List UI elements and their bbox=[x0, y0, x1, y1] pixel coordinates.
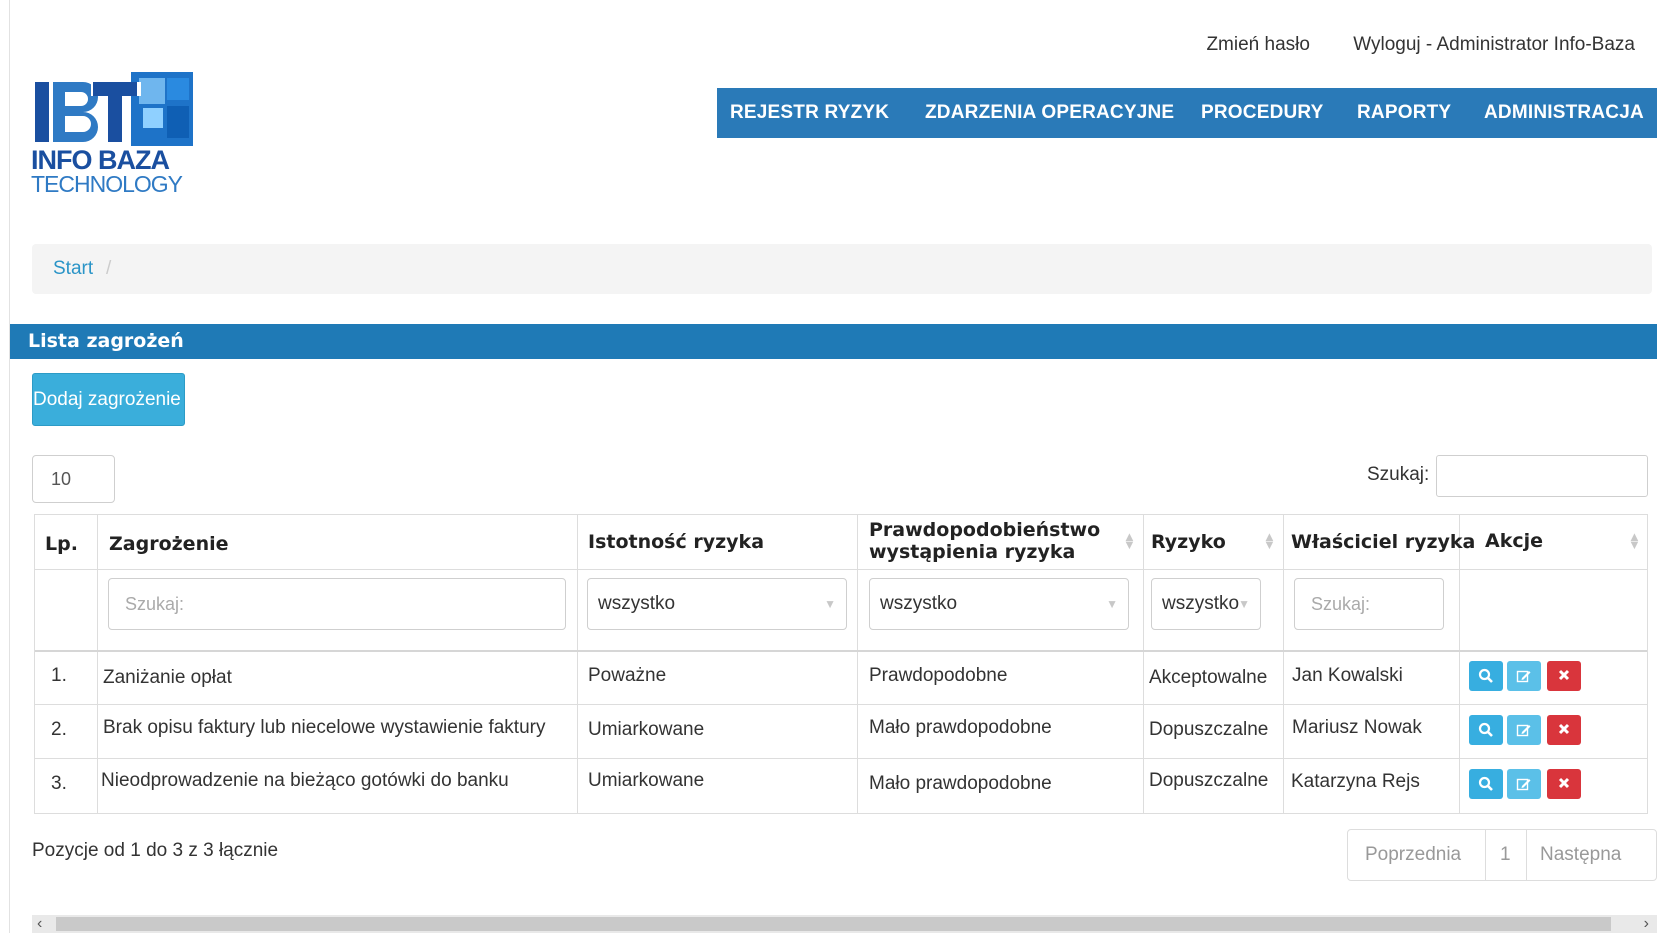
row-owner: Jan Kowalski bbox=[1292, 665, 1403, 686]
sort-arrows-icon[interactable]: ▲ ▼ bbox=[1263, 530, 1276, 551]
scrollbar-thumb[interactable] bbox=[56, 917, 1611, 931]
column-header-risk[interactable]: Ryzyko bbox=[1151, 531, 1226, 553]
delete-icon bbox=[1558, 777, 1570, 789]
column-header-threat[interactable]: Zagrożenie bbox=[109, 533, 229, 555]
page-left-border bbox=[9, 0, 10, 933]
nav-item-zdarzenia-operacyjne[interactable]: ZDARZENIA OPERACYJNE bbox=[925, 88, 1174, 138]
add-threat-button[interactable]: Dodaj zagrożenie bbox=[32, 373, 185, 426]
dropdown-caret-icon: ▼ bbox=[1238, 597, 1250, 611]
column-header-owner[interactable]: Właściciel ryzyka bbox=[1291, 531, 1475, 553]
row-probability: Mało prawdopodobne bbox=[869, 717, 1052, 738]
logo-text-line1: INFO BAZA bbox=[31, 145, 170, 175]
severity-filter-select[interactable]: wszystko ▼ bbox=[587, 578, 847, 630]
threats-table: Lp. Zagrożenie Istotność ryzyka Prawdopo… bbox=[34, 514, 1648, 814]
row-risk: Dopuszczalne bbox=[1149, 719, 1269, 740]
probability-filter-value: wszystko bbox=[880, 593, 958, 614]
column-header-lp: Lp. bbox=[45, 533, 78, 555]
edit-icon bbox=[1516, 778, 1531, 791]
nav-item-raporty[interactable]: RAPORTY bbox=[1357, 88, 1451, 138]
pagination-prev-button[interactable]: Poprzednia bbox=[1365, 830, 1461, 880]
sort-arrows-icon[interactable]: ▲ ▼ bbox=[1628, 530, 1641, 551]
pagination-next-button[interactable]: Następna bbox=[1540, 830, 1621, 880]
top-links: Zmień hasło Wyloguj - Administrator Info… bbox=[1206, 34, 1635, 56]
scroll-left-icon[interactable]: ‹ bbox=[37, 915, 42, 933]
nav-item-administracja[interactable]: ADMINISTRACJA bbox=[1484, 88, 1644, 138]
row-severity: Poważne bbox=[588, 665, 667, 686]
search-input[interactable] bbox=[1436, 455, 1648, 497]
breadcrumb: Start / bbox=[32, 244, 1652, 294]
row-risk: Dopuszczalne bbox=[1149, 770, 1269, 791]
breadcrumb-separator: / bbox=[106, 258, 112, 279]
delete-icon bbox=[1558, 669, 1570, 681]
row-threat: Brak opisu faktury lub niecelowe wystawi… bbox=[103, 717, 546, 738]
row-lp: 3. bbox=[51, 773, 67, 794]
owner-filter-input[interactable]: Szukaj: bbox=[1294, 578, 1444, 630]
search-label: Szukaj: bbox=[1367, 464, 1430, 485]
column-header-severity[interactable]: Istotność ryzyka bbox=[588, 531, 764, 553]
logo-text-line2: TECHNOLOGY bbox=[31, 171, 183, 197]
dropdown-caret-icon: ▼ bbox=[1106, 597, 1118, 611]
search-icon bbox=[1478, 668, 1493, 683]
add-threat-button-label: Dodaj zagrożenie bbox=[33, 389, 181, 410]
row-probability: Mało prawdopodobne bbox=[869, 773, 1052, 794]
nav-item-procedury[interactable]: PROCEDURY bbox=[1201, 88, 1324, 138]
threat-filter-input[interactable]: Szukaj: bbox=[108, 578, 566, 630]
row-risk: Akceptowalne bbox=[1149, 667, 1268, 688]
delete-icon bbox=[1558, 723, 1570, 735]
panel-header: Lista zagrożeń bbox=[10, 324, 1657, 359]
risk-filter-select[interactable]: wszystko ▼ bbox=[1151, 578, 1261, 630]
breadcrumb-start-link[interactable]: Start bbox=[53, 258, 93, 280]
nav-item-rejestr-ryzyk[interactable]: REJESTR RYZYK bbox=[730, 88, 889, 138]
risk-filter-value: wszystko bbox=[1162, 593, 1240, 614]
row-severity: Umiarkowane bbox=[588, 719, 705, 740]
search-icon bbox=[1478, 776, 1493, 791]
row-probability: Prawdopodobne bbox=[869, 665, 1008, 686]
edit-icon bbox=[1516, 670, 1531, 683]
main-navigation: REJESTR RYZYK ZDARZENIA OPERACYJNE PROCE… bbox=[717, 88, 1657, 138]
row-owner: Katarzyna Rejs bbox=[1291, 771, 1420, 792]
severity-filter-value: wszystko bbox=[598, 593, 676, 614]
probability-filter-select[interactable]: wszystko ▼ bbox=[869, 578, 1129, 630]
panel-title: Lista zagrożeń bbox=[28, 330, 184, 352]
column-header-probability[interactable]: Prawdopodobieństwo wystąpienia ryzyka bbox=[869, 519, 1119, 563]
scroll-right-icon[interactable]: › bbox=[1644, 915, 1649, 933]
row-lp: 1. bbox=[51, 665, 67, 686]
company-logo[interactable]: INFO BAZA TECHNOLOGY bbox=[31, 72, 196, 202]
delete-button[interactable] bbox=[1547, 661, 1581, 691]
pagination-page-1[interactable]: 1 bbox=[1500, 830, 1511, 880]
row-severity: Umiarkowane bbox=[588, 770, 705, 791]
edit-button[interactable] bbox=[1507, 715, 1541, 745]
delete-button[interactable] bbox=[1547, 769, 1581, 799]
change-password-link[interactable]: Zmień hasło bbox=[1206, 34, 1310, 56]
view-button[interactable] bbox=[1469, 715, 1503, 745]
row-owner: Mariusz Nowak bbox=[1292, 717, 1422, 738]
view-button[interactable] bbox=[1469, 769, 1503, 799]
view-button[interactable] bbox=[1469, 661, 1503, 691]
row-threat: Zaniżanie opłat bbox=[103, 667, 232, 688]
delete-button[interactable] bbox=[1547, 715, 1581, 745]
search-icon bbox=[1478, 722, 1493, 737]
table-info: Pozycje od 1 do 3 z 3 łącznie bbox=[32, 840, 279, 861]
logout-link[interactable]: Wyloguj - Administrator Info-Baza bbox=[1353, 34, 1635, 56]
dropdown-caret-icon: ▼ bbox=[824, 597, 836, 611]
edit-button[interactable] bbox=[1507, 769, 1541, 799]
sort-arrows-icon[interactable]: ▲ ▼ bbox=[1123, 530, 1136, 551]
column-header-actions[interactable]: Akcje bbox=[1485, 530, 1543, 552]
page-size-select[interactable]: 10 bbox=[32, 455, 115, 503]
pagination: Poprzednia 1 Następna bbox=[1347, 829, 1657, 881]
row-lp: 2. bbox=[51, 719, 67, 740]
edit-icon bbox=[1516, 724, 1531, 737]
ibt-logo-graphic bbox=[31, 72, 196, 150]
edit-button[interactable] bbox=[1507, 661, 1541, 691]
row-threat: Nieodprowadzenie na bieżąco gotówki do b… bbox=[101, 770, 509, 791]
horizontal-scrollbar[interactable]: ‹ › bbox=[32, 915, 1657, 933]
